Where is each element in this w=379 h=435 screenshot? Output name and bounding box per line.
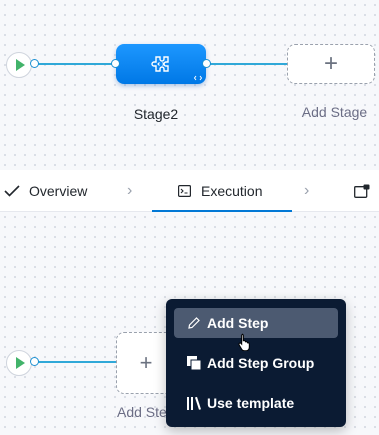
hand-cursor-icon (238, 333, 250, 351)
stage-input-port (111, 59, 120, 68)
tab-label: Overview (29, 183, 88, 199)
connector-line (34, 361, 116, 363)
tab-label: Execution (201, 183, 263, 199)
add-stage-label: Add Stage (301, 104, 368, 120)
tab-overview[interactable]: Overview (4, 170, 87, 212)
start-port (30, 357, 39, 366)
menu-item-label: Add Step Group (207, 355, 315, 371)
step-group-icon (186, 355, 202, 371)
chevron-right-icon: › (304, 182, 310, 199)
execution-icon (178, 185, 191, 197)
stage-output-port (202, 59, 211, 68)
code-icon (194, 75, 202, 81)
chevron-right-icon: › (127, 182, 133, 199)
connector-line (206, 63, 287, 65)
menu-item-add-step-group[interactable]: Add Step Group (174, 348, 338, 378)
settings-tab-icon (354, 184, 370, 198)
connector-line (34, 63, 116, 65)
pipeline-canvas[interactable]: Stage2 + Add Stage (0, 0, 379, 170)
menu-item-label: Use template (207, 395, 295, 411)
add-stage-button[interactable]: + (287, 44, 375, 84)
add-step-menu: Add Step Add Step Group Use template (166, 299, 346, 427)
tab-advanced[interactable] (354, 170, 370, 212)
pipeline-start-node[interactable] (6, 52, 32, 78)
start-port (30, 59, 39, 68)
menu-item-use-template[interactable]: Use template (174, 388, 338, 418)
plus-icon: + (139, 350, 153, 375)
stage-node[interactable] (116, 44, 206, 84)
plus-icon: + (323, 50, 338, 77)
pencil-icon (186, 315, 202, 331)
play-icon (16, 357, 25, 369)
tab-execution[interactable]: Execution (178, 170, 262, 212)
custom-stage-icon (151, 56, 169, 72)
template-library-icon (186, 395, 202, 411)
menu-item-label: Add Step (207, 315, 269, 331)
menu-item-add-step[interactable]: Add Step (174, 308, 338, 338)
stage-tabs: Overview › Execution › (0, 170, 379, 212)
check-icon (4, 185, 20, 197)
play-icon (16, 59, 25, 71)
stage-name: Stage2 (133, 106, 179, 122)
execution-start-node[interactable] (6, 350, 32, 376)
